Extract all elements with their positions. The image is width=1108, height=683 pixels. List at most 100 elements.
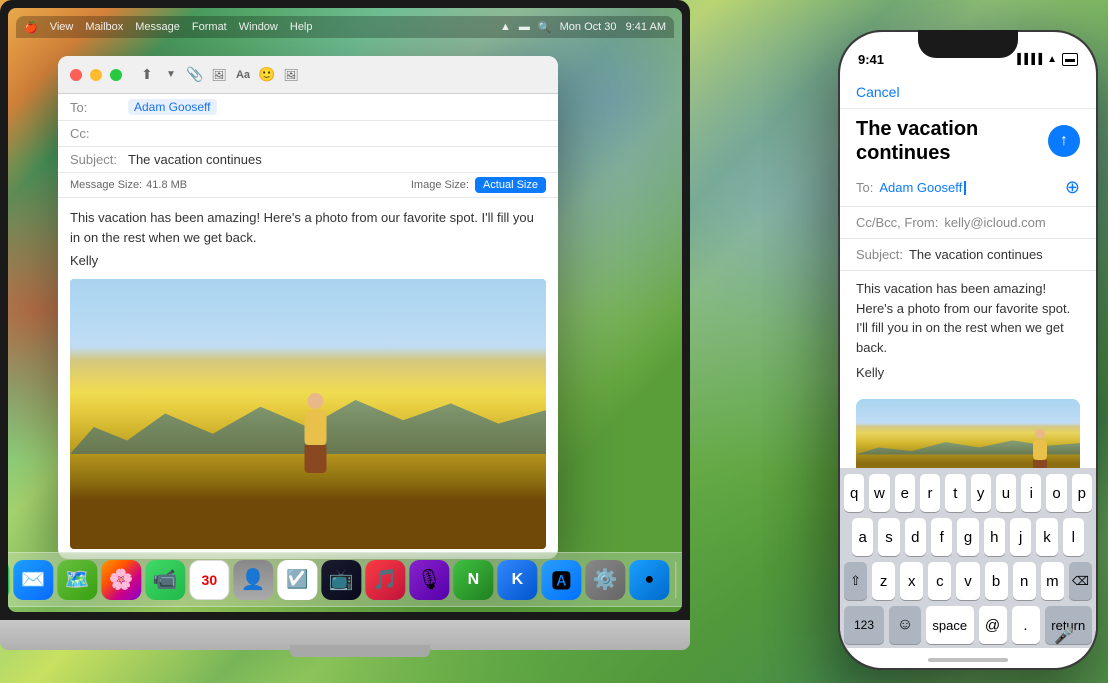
mail-body[interactable]: This vacation has been amazing! Here's a…	[58, 198, 558, 559]
menu-format[interactable]: Format	[192, 21, 227, 33]
subject-value[interactable]: The vacation continues	[128, 152, 546, 167]
iphone-volume-down[interactable]	[838, 188, 839, 216]
microphone-icon[interactable]: 🎤	[1054, 626, 1074, 646]
emoji-icon[interactable]: 🙂	[258, 66, 276, 84]
dock-icon-podcasts[interactable]: 🎙	[409, 560, 449, 600]
mail-compose-window: ⬆ ▼ 📎 🖼 Aa 🙂 🖼 To: Adam Gooseff	[58, 56, 558, 559]
key-v[interactable]: v	[956, 562, 979, 600]
key-b[interactable]: b	[985, 562, 1008, 600]
key-i[interactable]: i	[1021, 474, 1041, 512]
key-n[interactable]: n	[1013, 562, 1036, 600]
emoji-keyboard-key[interactable]: ☺	[889, 606, 921, 644]
mail-body-text: This vacation has been amazing! Here's a…	[70, 208, 546, 247]
key-l[interactable]: l	[1063, 518, 1084, 556]
apple-menu[interactable]: 🍎	[24, 21, 38, 34]
menu-window[interactable]: Window	[239, 21, 278, 33]
iphone-cc-field[interactable]: Cc/Bcc, From: kelly@icloud.com	[840, 207, 1096, 239]
compose-chevron-icon[interactable]: ▼	[162, 66, 180, 84]
iphone-send-button[interactable]: ↑	[1048, 125, 1080, 157]
dock-icon-reminders[interactable]: ☑️	[277, 560, 317, 600]
dock-icon-tv[interactable]: 📺	[321, 560, 361, 600]
number-key[interactable]: 123	[844, 606, 884, 644]
iphone: 9:41 ▐▐▐▐ ▲ ▬ Cancel The vacation contin…	[838, 30, 1098, 670]
dock-icon-keynote[interactable]: K	[497, 560, 537, 600]
iphone-to-field[interactable]: To: Adam Gooseff ⊕	[840, 169, 1096, 207]
dock-icon-mail[interactable]: ✉️	[13, 560, 53, 600]
menu-view[interactable]: View	[50, 21, 74, 33]
dock-icon-music[interactable]: 🎵	[365, 560, 405, 600]
key-z[interactable]: z	[872, 562, 895, 600]
message-size-bar: Message Size: 41.8 MB Image Size: Actual…	[58, 173, 558, 198]
at-key[interactable]: @	[979, 606, 1007, 644]
key-k[interactable]: k	[1036, 518, 1057, 556]
key-y[interactable]: y	[971, 474, 991, 512]
key-r[interactable]: r	[920, 474, 940, 512]
dock-icon-appstore[interactable]: 🅰	[541, 560, 581, 600]
menu-bar-search-icon[interactable]: 🔍	[538, 21, 552, 34]
iphone-cancel-button[interactable]: Cancel	[856, 84, 900, 100]
dock-icon-controlcenter[interactable]: ●	[629, 560, 669, 600]
delete-key[interactable]: ⌫	[1069, 562, 1092, 600]
key-w[interactable]: w	[869, 474, 889, 512]
cc-field[interactable]: Cc:	[58, 121, 558, 147]
iphone-volume-up[interactable]	[838, 150, 839, 178]
mail-attachment-photo	[70, 279, 546, 549]
minimize-button[interactable]	[90, 69, 102, 81]
keyboard-row-2: a s d f g h j k l	[844, 518, 1092, 556]
shift-key[interactable]: ⇧	[844, 562, 867, 600]
iphone-power-button[interactable]	[1097, 170, 1098, 210]
key-c[interactable]: c	[928, 562, 951, 600]
dock-icon-photos[interactable]: 🌸	[101, 560, 141, 600]
key-d[interactable]: d	[905, 518, 926, 556]
key-g[interactable]: g	[957, 518, 978, 556]
dock-icon-maps[interactable]: 🗺️	[57, 560, 97, 600]
key-j[interactable]: j	[1010, 518, 1031, 556]
image-size-section: Image Size: Actual Size	[411, 177, 546, 193]
key-p[interactable]: p	[1072, 474, 1092, 512]
menu-mailbox[interactable]: Mailbox	[85, 21, 123, 33]
menu-help[interactable]: Help	[290, 21, 313, 33]
key-m[interactable]: m	[1041, 562, 1064, 600]
key-h[interactable]: h	[984, 518, 1005, 556]
iphone-subject-field[interactable]: Subject: The vacation continues	[840, 239, 1096, 271]
person-body	[304, 410, 326, 445]
iphone-add-recipient-button[interactable]: ⊕	[1065, 177, 1080, 198]
to-field[interactable]: To: Adam Gooseff	[58, 94, 558, 121]
close-button[interactable]	[70, 69, 82, 81]
attachment-icon[interactable]: 📎	[186, 66, 204, 84]
dock-icon-facetime[interactable]: 📹	[145, 560, 185, 600]
actual-size-button[interactable]: Actual Size	[475, 177, 546, 193]
period-key[interactable]: .	[1012, 606, 1040, 644]
key-e[interactable]: e	[895, 474, 915, 512]
iphone-mail-body[interactable]: This vacation has been amazing! Here's a…	[840, 271, 1096, 395]
font-icon[interactable]: Aa	[234, 66, 252, 84]
dock-icon-calendar[interactable]: 30	[189, 560, 229, 600]
key-q[interactable]: q	[844, 474, 864, 512]
cc-label: Cc:	[70, 126, 128, 141]
iphone-cc-value[interactable]: kelly@icloud.com	[944, 215, 1080, 230]
dock-icon-messages[interactable]: 💬	[8, 560, 9, 600]
space-key[interactable]: space	[926, 606, 974, 644]
send-icon[interactable]: ⬆	[138, 66, 156, 84]
mail-window-titlebar: ⬆ ▼ 📎 🖼 Aa 🙂 🖼	[58, 56, 558, 94]
key-o[interactable]: o	[1046, 474, 1066, 512]
key-t[interactable]: t	[945, 474, 965, 512]
key-s[interactable]: s	[878, 518, 899, 556]
dock: 🧭 💬 ✉️ 🗺️ 🌸 📹 30 👤 ☑️ 📺 🎵 🎙 N K 🅰 ⚙️ ● 🗑…	[8, 552, 682, 607]
key-x[interactable]: x	[900, 562, 923, 600]
recipient-chip[interactable]: Adam Gooseff	[128, 99, 217, 115]
dock-icon-numbers[interactable]: N	[453, 560, 493, 600]
iphone-subject-title-bar: The vacation continues ↑	[840, 109, 1096, 169]
dock-icon-settings[interactable]: ⚙️	[585, 560, 625, 600]
subject-field[interactable]: Subject: The vacation continues	[58, 147, 558, 173]
photo-menu-icon[interactable]: 🖼	[282, 66, 300, 84]
key-u[interactable]: u	[996, 474, 1016, 512]
menu-message[interactable]: Message	[135, 21, 180, 33]
signal-icon: ▐▐▐▐	[1014, 54, 1042, 65]
key-f[interactable]: f	[931, 518, 952, 556]
key-a[interactable]: a	[852, 518, 873, 556]
photo-attach-icon[interactable]: 🖼	[210, 66, 228, 84]
iphone-subject-value[interactable]: The vacation continues	[909, 247, 1080, 262]
dock-icon-contacts[interactable]: 👤	[233, 560, 273, 600]
fullscreen-button[interactable]	[110, 69, 122, 81]
